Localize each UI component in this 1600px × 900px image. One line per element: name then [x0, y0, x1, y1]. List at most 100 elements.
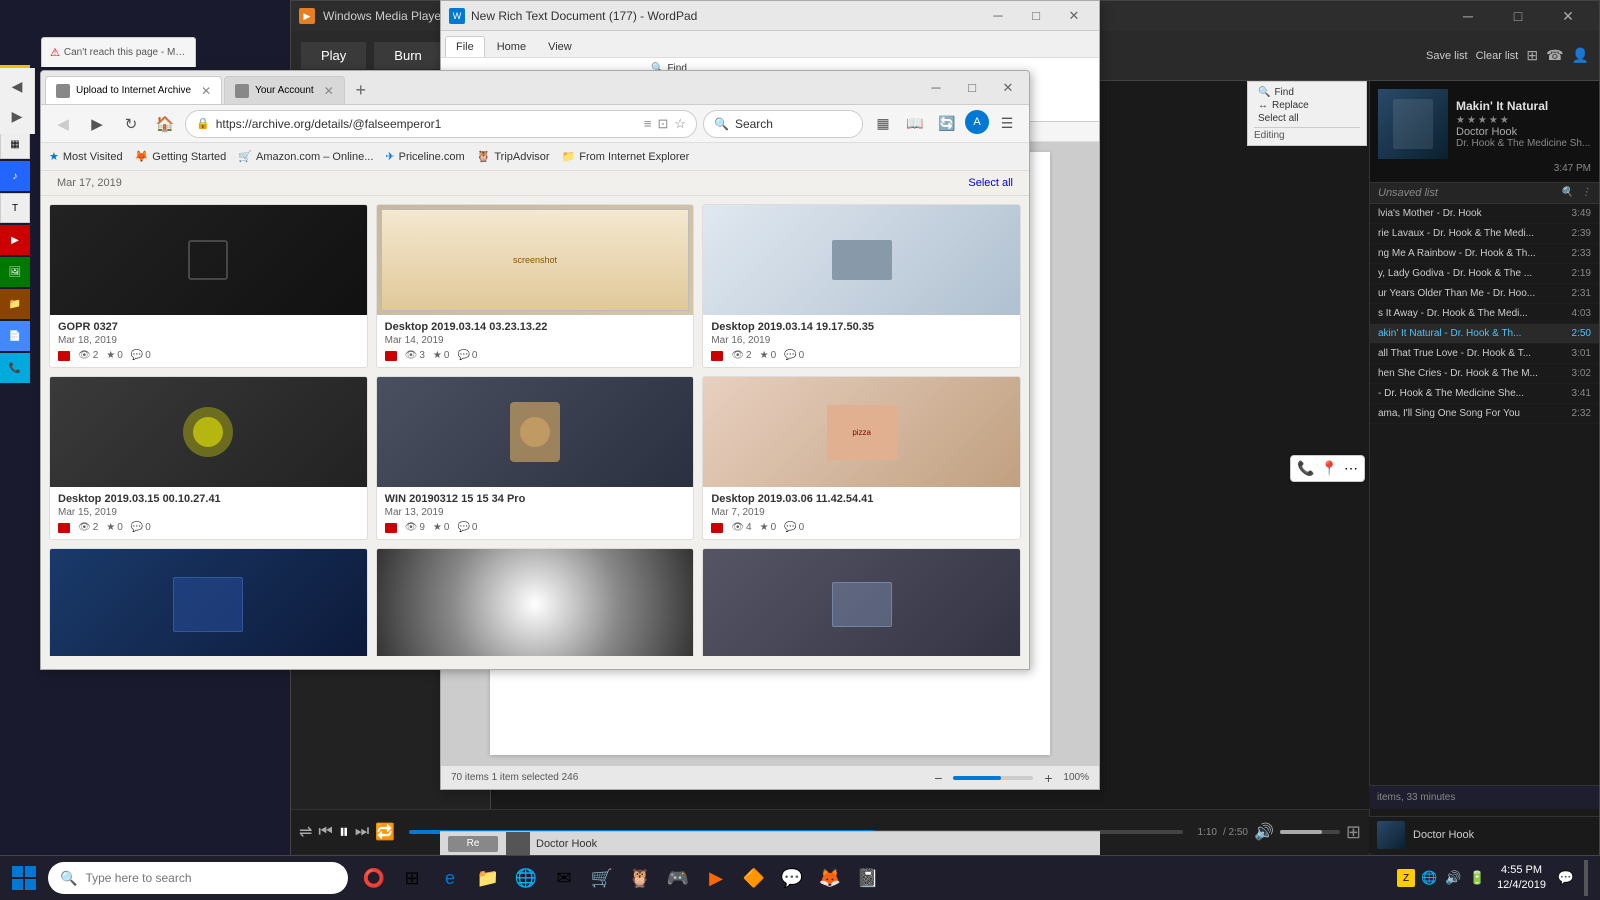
ia-item-1[interactable]: GOPR 0327 Mar 18, 2019 👁 2 ★ 0 💬 0: [49, 204, 368, 368]
browser-minimize-button[interactable]: ─: [919, 74, 953, 102]
repeat-button[interactable]: 🔁: [375, 822, 395, 842]
wmp-minimize-button[interactable]: ─: [1445, 2, 1491, 30]
ia-select-all-link[interactable]: Select all: [968, 177, 1013, 189]
wmp-save-list-icon[interactable]: Save list: [1426, 50, 1468, 62]
bookmark-amazon[interactable]: 🛒 Amazon.com – Online...: [238, 150, 373, 163]
play-pause-button[interactable]: ⏸: [339, 821, 349, 844]
taskbar-edge-icon[interactable]: e: [432, 858, 468, 898]
left-icon-9[interactable]: 📄: [0, 321, 30, 351]
replace-button[interactable]: ↔ Replace: [1254, 99, 1360, 112]
url-bar[interactable]: 🔒 https://archive.org/details/@falseempe…: [185, 110, 697, 138]
wmp-phone-icon[interactable]: ☎: [1546, 47, 1563, 64]
taskbar-volume-icon[interactable]: 🔊: [1443, 868, 1463, 888]
refresh-button[interactable]: ↻: [117, 110, 145, 138]
browser-forward-button-strip[interactable]: ▶: [3, 102, 31, 130]
left-icon-10[interactable]: 📞: [0, 353, 30, 383]
taskbar-tripadvisor-icon[interactable]: 🦉: [622, 858, 658, 898]
wmp-more-icon[interactable]: ⋮: [1581, 187, 1591, 199]
taskbar-ie-icon[interactable]: 🌐: [508, 858, 544, 898]
left-icon-8[interactable]: 📁: [0, 289, 30, 319]
phone-call-icon[interactable]: 📞: [1297, 460, 1314, 477]
zoom-out-button[interactable]: −: [929, 769, 947, 787]
phone-location-icon[interactable]: 📍: [1321, 460, 1338, 477]
mute-button[interactable]: 🔊: [1254, 822, 1274, 842]
new-tab-button[interactable]: +: [347, 76, 375, 104]
taskbar-steam-icon[interactable]: 🎮: [660, 858, 696, 898]
bookmark-most-visited[interactable]: ★ Most Visited: [49, 150, 123, 163]
left-icon-5[interactable]: T: [0, 193, 30, 223]
taskbar-mail-icon[interactable]: ✉: [546, 858, 582, 898]
bookmark-priceline[interactable]: ✈ Priceline.com: [385, 150, 464, 163]
wmp-layout-icon[interactable]: ⊞: [1526, 47, 1538, 64]
start-button[interactable]: [4, 858, 44, 898]
wordpad-tab-file[interactable]: File: [445, 36, 485, 57]
ia-item-3[interactable]: Desktop 2019.03.14 19.17.50.35 Mar 16, 2…: [702, 204, 1021, 368]
wmp-track-item[interactable]: ama, I'll Sing One Song For You 2:32: [1370, 404, 1599, 424]
taskbar-media-icon[interactable]: ▶: [698, 858, 734, 898]
taskbar-clock[interactable]: 4:55 PM 12/4/2019: [1491, 863, 1552, 894]
wmp-burn-button[interactable]: Burn: [374, 42, 441, 69]
home-button[interactable]: 🏠: [151, 110, 179, 138]
wordpad-re-button[interactable]: Re: [448, 836, 498, 852]
wmp-track-item[interactable]: lvia's Mother - Dr. Hook 3:49: [1370, 204, 1599, 224]
ia-item-7[interactable]: Desktop 2019.03.09 16.07.54.89 Mar 11, 2…: [49, 548, 368, 656]
url-pocket-icon[interactable]: ⊡: [657, 116, 668, 132]
left-icon-4[interactable]: ♪: [0, 161, 30, 191]
back-button[interactable]: ◀: [49, 110, 77, 138]
wmp-clear-list-icon[interactable]: Clear list: [1476, 50, 1519, 62]
wordpad-maximize-button[interactable]: □: [1019, 3, 1053, 29]
taskbar-firefox-icon[interactable]: 🦊: [812, 858, 848, 898]
wmp-close-button[interactable]: ✕: [1545, 2, 1591, 30]
taskbar-cortana-icon[interactable]: ⭕: [356, 858, 392, 898]
browser-close-button[interactable]: ✕: [991, 74, 1025, 102]
ia-item-8[interactable]: GOPR 0299 Mar 11, 2019 👁 14 ★ 0 💬 0: [376, 548, 695, 656]
wmp-track-item[interactable]: - Dr. Hook & The Medicine She... 3:41: [1370, 384, 1599, 404]
prev-button[interactable]: ⏮: [318, 823, 332, 841]
wordpad-tab-home[interactable]: Home: [487, 37, 536, 57]
taskbar-onenote-icon[interactable]: 📓: [850, 858, 886, 898]
taskbar-search-input[interactable]: [85, 871, 336, 885]
sidebar-toggle-icon[interactable]: ▦: [869, 110, 897, 138]
browser-maximize-button[interactable]: □: [955, 74, 989, 102]
browser-tab-2-close[interactable]: ✕: [324, 84, 334, 98]
browser-menu-button[interactable]: ☰: [993, 110, 1021, 138]
browser-tab-upload[interactable]: Upload to Internet Archive ✕: [45, 76, 222, 104]
wmp-track-item[interactable]: y, Lady Godiva - Dr. Hook & The ... 2:19: [1370, 264, 1599, 284]
ia-item-6[interactable]: pizza Desktop 2019.03.06 11.42.54.41 Mar…: [702, 376, 1021, 540]
zoom-slider[interactable]: [953, 776, 1033, 780]
taskbar-taskview-icon[interactable]: ⊞: [394, 858, 430, 898]
taskbar-action-center-icon[interactable]: 💬: [1556, 868, 1576, 888]
bookmark-ie[interactable]: 📁 From Internet Explorer: [562, 150, 690, 163]
browser-tab-account[interactable]: Your Account ✕: [224, 76, 345, 104]
phone-more-icon[interactable]: ⋯: [1344, 460, 1358, 477]
ia-item-9[interactable]: [702, 548, 1021, 656]
taskbar-skype-icon[interactable]: 💬: [774, 858, 810, 898]
synced-tabs-icon[interactable]: 🔄: [933, 110, 961, 138]
shuffle-button[interactable]: ⇌: [299, 822, 312, 842]
wmp-play-button[interactable]: Play: [301, 42, 366, 69]
wmp-search-icon[interactable]: 🔍: [1561, 187, 1573, 199]
zoom-in-button[interactable]: +: [1039, 769, 1057, 787]
url-reader-icon[interactable]: ≡: [644, 116, 652, 132]
forward-button[interactable]: ▶: [83, 110, 111, 138]
ia-item-2[interactable]: screenshot Desktop 2019.03.14 03.23.13.2…: [376, 204, 695, 368]
taskbar-tray-zonealarm[interactable]: Z: [1397, 869, 1415, 887]
left-icon-7[interactable]: 🖼: [0, 257, 30, 287]
reading-mode-icon[interactable]: 📖: [901, 110, 929, 138]
taskbar-amazon-icon[interactable]: 🛒: [584, 858, 620, 898]
wmp-track-item[interactable]: ur Years Older Than Me - Dr. Hoo... 2:31: [1370, 284, 1599, 304]
wmp-track-item[interactable]: s It Away - Dr. Hook & The Medi... 4:03: [1370, 304, 1599, 324]
wordpad-close-button[interactable]: ✕: [1057, 3, 1091, 29]
left-icon-6[interactable]: ▶: [0, 225, 30, 255]
ia-item-5[interactable]: WIN 20190312 15 15 34 Pro Mar 13, 2019 👁…: [376, 376, 695, 540]
browser-tab-1-close[interactable]: ✕: [201, 84, 211, 98]
browser-user-icon[interactable]: A: [965, 110, 989, 134]
wmp-track-item[interactable]: rie Lavaux - Dr. Hook & The Medi... 2:39: [1370, 224, 1599, 244]
url-star-icon[interactable]: ☆: [674, 116, 686, 132]
wordpad-minimize-button[interactable]: ─: [981, 3, 1015, 29]
taskbar-network-icon[interactable]: 🌐: [1419, 868, 1439, 888]
bookmark-tripadvisor[interactable]: 🦉 TripAdvisor: [477, 150, 550, 163]
wmp-track-item-playing[interactable]: akin' It Natural - Dr. Hook & Th... 2:50: [1370, 324, 1599, 344]
wmp-grid-icon[interactable]: ⊞: [1346, 822, 1361, 843]
select-all-wmp-button[interactable]: Sync Select all: [1254, 112, 1360, 125]
